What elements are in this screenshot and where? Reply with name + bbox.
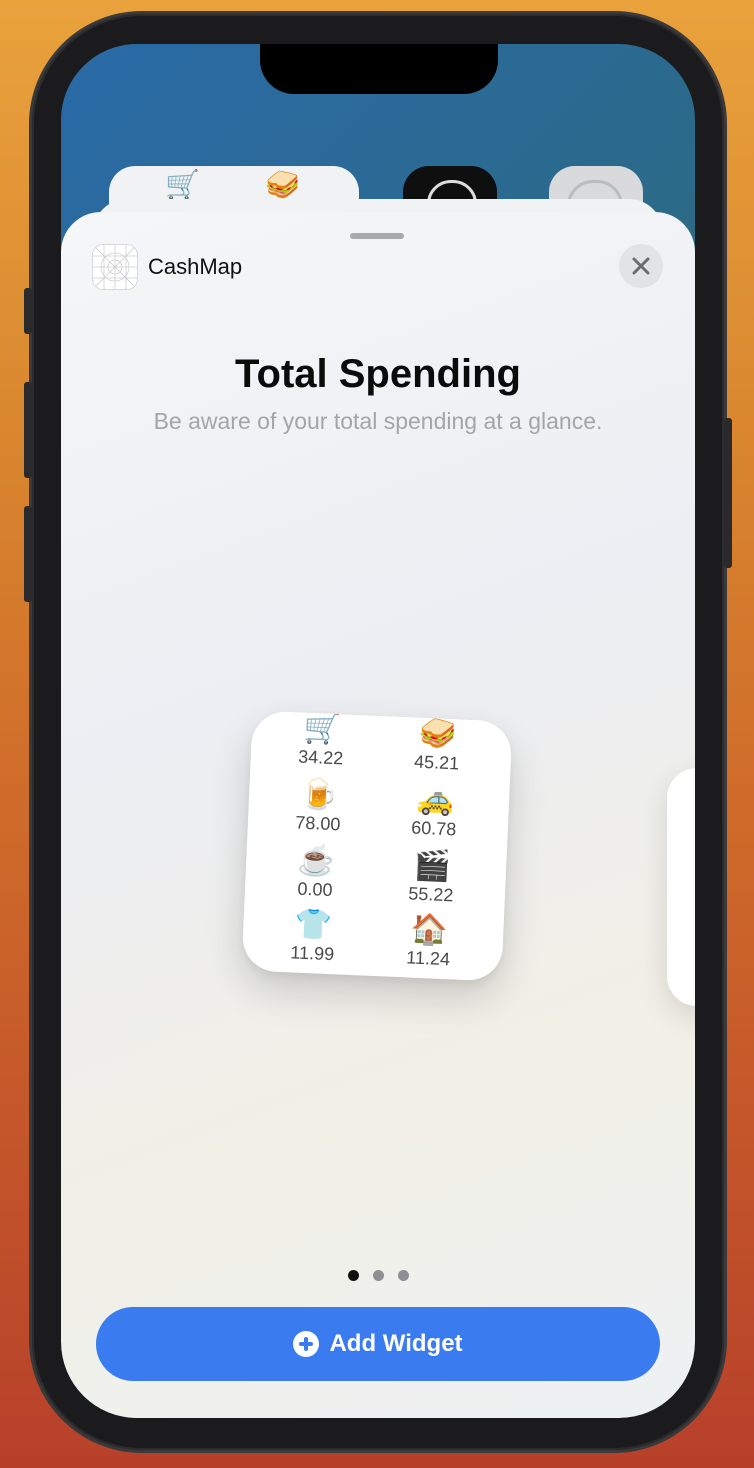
category-cell: 👕 11.99 — [252, 907, 374, 967]
volume-up-button — [24, 382, 32, 478]
category-amount: 78.00 — [294, 812, 341, 835]
taxi-icon: 🚕 — [415, 782, 455, 818]
category-cell: 🚕 60.78 — [373, 782, 495, 842]
category-amount: 11.24 — [405, 947, 451, 970]
screen: 🛒 🥪 CashMap Total Spending Be aware of y… — [61, 44, 695, 1418]
silent-switch — [24, 288, 32, 334]
page-indicator[interactable] — [61, 1270, 695, 1281]
plus-circle-icon — [293, 1331, 320, 1357]
widget-title: Total Spending — [235, 352, 521, 396]
close-button[interactable] — [619, 244, 663, 288]
widget-preview[interactable]: 🛒 34.22 🥪 45.21 🍺 78.00 🚕 60.78 ☕ 0.00 🎬 — [241, 710, 513, 982]
sandwich-icon: 🥪 — [418, 716, 458, 752]
coffee-icon: ☕ — [296, 843, 336, 879]
category-cell: 🥪 45.21 — [376, 716, 498, 776]
app-name: CashMap — [148, 254, 243, 279]
shirt-icon: 👕 — [294, 907, 333, 943]
power-button — [724, 418, 732, 568]
category-cell: 🛒 34.22 — [260, 711, 382, 771]
category-amount: 0.00 — [297, 878, 333, 901]
category-amount: 45.21 — [413, 751, 460, 774]
volume-down-button — [24, 506, 32, 602]
widget-gallery-sheet: CashMap Total Spending Be aware of your … — [61, 212, 695, 1418]
category-cell: 🏠 11.24 — [368, 912, 490, 972]
page-dot-2[interactable] — [372, 1270, 384, 1281]
page-dot-3[interactable] — [397, 1270, 409, 1281]
page-dot-1[interactable] — [347, 1270, 359, 1281]
add-widget-label: Add Widget — [329, 1330, 463, 1357]
notch — [260, 44, 498, 94]
cart-icon: 🛒 — [302, 711, 342, 747]
category-cell: 🎬 55.22 — [371, 848, 493, 908]
close-icon — [632, 257, 650, 275]
app-icon — [92, 244, 138, 290]
category-amount: 60.78 — [410, 817, 457, 840]
background-widget-sandwich-icon: 🥪 — [265, 169, 300, 200]
widget-description: Be aware of your total spending at a gla… — [153, 408, 603, 434]
category-amount: 11.99 — [289, 942, 335, 965]
sheet-grabber[interactable] — [350, 233, 404, 239]
beer-icon: 🍺 — [299, 777, 339, 813]
add-widget-button[interactable]: Add Widget — [96, 1307, 660, 1381]
category-amount: 55.22 — [407, 883, 454, 906]
house-icon: 🏠 — [410, 912, 449, 948]
clapper-icon: 🎬 — [412, 848, 452, 884]
background-widget-cart-icon: 🛒 — [165, 169, 200, 200]
category-amount: 34.22 — [297, 746, 344, 769]
next-widget-preview[interactable] — [667, 768, 695, 1006]
category-cell: 🍺 78.00 — [258, 777, 380, 837]
category-cell: ☕ 0.00 — [255, 843, 377, 903]
